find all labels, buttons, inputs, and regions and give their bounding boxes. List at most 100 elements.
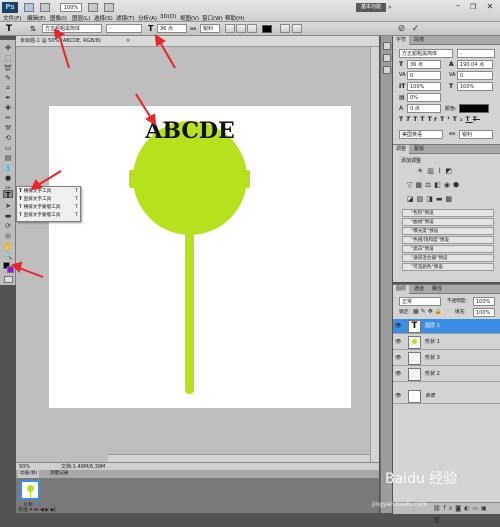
tab-animation-frames[interactable]: 动画(帧) <box>18 470 40 478</box>
gradient-map-icon[interactable]: ▬ <box>436 195 446 203</box>
delete-layer-icon[interactable]: 🗑 <box>433 517 444 524</box>
menu-help[interactable]: 帮助(H) <box>225 14 244 22</box>
visibility-eye-icon[interactable]: 👁 <box>395 372 401 377</box>
black-white-icon[interactable]: ◧ <box>434 181 444 189</box>
minimize-button[interactable]: – <box>452 2 464 12</box>
align-center-button[interactable] <box>236 24 246 33</box>
visibility-eye-icon[interactable]: 👁 <box>395 356 401 361</box>
lock-transparent-icon[interactable]: ▦ <box>413 308 421 315</box>
photo-filter-icon[interactable]: ◉ <box>444 181 453 189</box>
menu-view[interactable]: 视图(V) <box>180 14 199 22</box>
align-right-button[interactable] <box>247 24 257 33</box>
lock-position-icon[interactable]: ✥ <box>428 308 435 315</box>
char-language-select[interactable]: 美国英语 <box>399 130 443 139</box>
menu-edit[interactable]: 编辑(E) <box>27 14 46 22</box>
font-style-select[interactable]: - <box>106 24 142 33</box>
small-caps-button[interactable]: Tr <box>428 116 440 123</box>
first-frame-icon[interactable]: ⏮ <box>34 507 39 513</box>
tab-layers[interactable]: 图层 <box>393 285 410 294</box>
tab-adjustments[interactable]: 调整 <box>393 145 410 154</box>
menu-window[interactable]: 窗口(W) <box>202 14 223 22</box>
eyedropper-tool-icon[interactable]: ✒ <box>3 94 13 102</box>
new-layer-icon[interactable]: ▣ <box>481 505 490 512</box>
levels-icon[interactable]: ▥ <box>427 167 438 175</box>
tab-paragraph[interactable]: 段落 <box>411 36 427 45</box>
layer-row[interactable]: 👁 形状 1 <box>393 335 500 350</box>
crop-tool-icon[interactable]: ⌗ <box>3 84 13 92</box>
fill-field[interactable]: 100% <box>473 308 495 317</box>
layer-style-icon[interactable]: fx <box>444 505 456 512</box>
menu-launch-bridge-icon[interactable] <box>24 3 34 12</box>
opacity-field[interactable]: 100% <box>473 297 495 306</box>
document-tab[interactable]: 未标题-1 @ 50% (ABCDE, RGB/8) × <box>16 36 379 47</box>
tab-character[interactable]: 字符 <box>393 36 410 45</box>
menu-arrange-icon[interactable] <box>104 3 114 12</box>
color-balance-icon[interactable]: ⚖ <box>425 181 434 189</box>
lasso-tool-icon[interactable]: ➰ <box>3 64 13 72</box>
layer-row[interactable]: 👁 T 图层 1 <box>393 319 500 334</box>
menu-layer[interactable]: 图层(L) <box>72 14 90 22</box>
preset-levels[interactable]: "色阶"预设 <box>402 209 494 217</box>
flyout-item-horizontal-type-mask[interactable]: T 横排文字蒙版工具 T <box>19 204 80 212</box>
swatches-panel-icon[interactable] <box>383 66 391 74</box>
play-icon[interactable]: ▶ <box>45 507 49 513</box>
new-group-icon[interactable]: ▭ <box>472 505 481 512</box>
tab-channels[interactable]: 通道 <box>411 285 427 294</box>
char-leading-field[interactable]: 190.04 点 <box>457 60 493 69</box>
menu-3d[interactable]: 3D(D) <box>160 14 176 20</box>
restore-button[interactable]: ❐ <box>467 2 479 12</box>
subscript-button[interactable]: T₁ <box>453 116 466 123</box>
menu-screen-mode-icon[interactable] <box>40 3 50 12</box>
align-left-button[interactable] <box>225 24 235 33</box>
char-font-style-select[interactable]: - <box>457 49 495 58</box>
link-layers-icon[interactable]: ⛓ <box>433 505 444 512</box>
menu-select[interactable]: 选择(S) <box>94 14 113 22</box>
char-tsume-field[interactable]: 0% <box>407 93 441 102</box>
healing-brush-tool-icon[interactable]: ✚ <box>3 104 13 112</box>
font-size-field[interactable]: 36 点 <box>157 24 187 33</box>
menu-filter[interactable]: 滤镜(T) <box>116 14 135 22</box>
hand-tool-icon[interactable]: ✋ <box>3 242 13 250</box>
workspace-switcher-button[interactable]: 基本功能 <box>356 3 386 12</box>
flyout-item-vertical-type-mask[interactable]: T 直排文字蒙版工具 T <box>19 212 80 220</box>
channel-mixer-icon[interactable]: ⬢ <box>453 181 462 189</box>
char-font-family-select[interactable]: 方正超粗黑简体 <box>399 49 453 58</box>
char-kerning-field[interactable]: 0 <box>407 71 441 80</box>
quick-select-tool-icon[interactable]: ✎ <box>3 74 13 82</box>
text-color-swatch[interactable] <box>262 25 272 33</box>
preset-channel-mixer[interactable]: "通道混合器"预设 <box>402 254 494 262</box>
next-frame-icon[interactable]: ▶▏ <box>51 507 59 513</box>
cancel-edit-icon[interactable]: ⊘ <box>396 23 407 35</box>
char-vertical-scale-field[interactable]: 100% <box>407 82 441 91</box>
quick-mask-icon[interactable] <box>4 276 13 283</box>
close-button[interactable]: ✕ <box>483 2 497 12</box>
menu-view-extras-icon[interactable] <box>88 3 98 12</box>
preset-hue-saturation[interactable]: "色相/饱和度"预设 <box>402 236 494 244</box>
char-font-size-field[interactable]: 36 点 <box>407 60 441 69</box>
actions-panel-icon[interactable] <box>383 54 391 62</box>
hue-saturation-icon[interactable]: ▦ <box>415 181 425 189</box>
toggle-panels-button[interactable] <box>292 24 302 33</box>
eraser-tool-icon[interactable]: ▭ <box>3 144 13 152</box>
char-baseline-field[interactable]: 0 点 <box>407 104 441 113</box>
flyout-item-horizontal-type[interactable]: T 横排文字工具 T <box>19 188 80 196</box>
layer-row[interactable]: 👁 形状 3 <box>393 351 500 366</box>
blur-tool-icon[interactable]: 💧 <box>3 164 13 172</box>
superscript-button[interactable]: T¹ <box>440 116 453 123</box>
all-caps-button[interactable]: TT <box>413 116 427 123</box>
type-tool-preset-icon[interactable]: T <box>3 24 15 34</box>
tab-paths[interactable]: 路径 <box>429 285 445 294</box>
shape-tool-icon[interactable]: ▬ <box>3 212 13 220</box>
selective-color-icon[interactable]: ▩ <box>446 195 456 203</box>
text-orientation-icon[interactable]: ⇅ <box>28 24 38 34</box>
visibility-eye-icon[interactable]: 👁 <box>395 394 401 399</box>
add-mask-icon[interactable]: ◙ <box>455 505 464 512</box>
move-tool-icon[interactable]: ✥ <box>3 44 13 52</box>
3d-orbit-tool-icon[interactable]: ◎ <box>3 232 13 240</box>
anti-alias-select[interactable]: 锐利 <box>200 24 220 33</box>
lock-image-icon[interactable]: ✎ <box>421 308 428 315</box>
canvas-text-layer[interactable]: ABCDE <box>138 118 242 144</box>
history-panel-icon[interactable] <box>383 42 391 50</box>
menu-file[interactable]: 文件(F) <box>3 14 21 22</box>
preset-black-white[interactable]: "黑白"预设 <box>402 245 494 253</box>
